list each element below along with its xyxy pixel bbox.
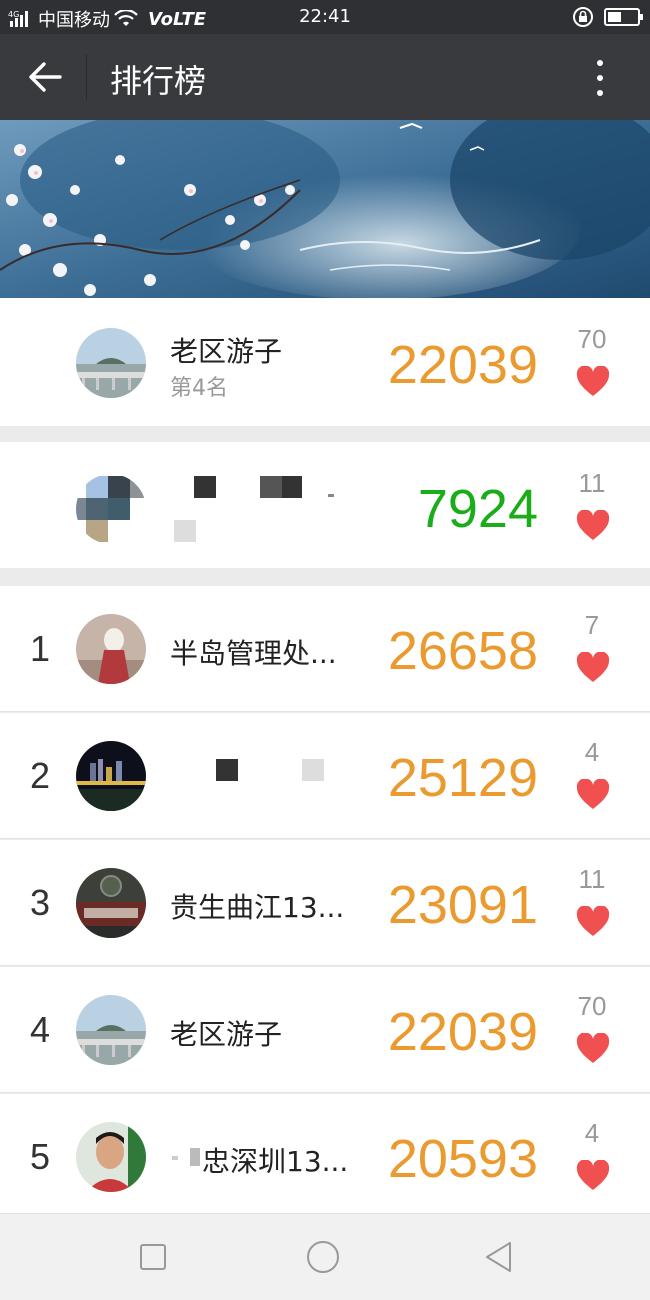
- rank-number: 2: [29, 755, 51, 796]
- system-nav-bar: [0, 1214, 650, 1300]
- rank-number: 3: [29, 882, 51, 923]
- like-count: 4: [584, 737, 600, 767]
- back-triangle-icon[interactable]: [482, 1240, 516, 1274]
- my-avatar[interactable]: [76, 328, 146, 398]
- my-rank-text: 第4名: [170, 376, 228, 401]
- battery-icon: [604, 8, 643, 26]
- page-title: 排行榜: [110, 62, 207, 100]
- battery-level: [608, 12, 621, 22]
- second-steps: 7924: [417, 479, 538, 539]
- leaderboard-row[interactable]: 2 25129 4: [0, 713, 650, 839]
- second-record-card[interactable]: 7924 11: [0, 442, 650, 568]
- rank-number: 4: [29, 1009, 51, 1050]
- more-menu-icon[interactable]: [586, 58, 614, 98]
- like-count: 4: [584, 1118, 600, 1148]
- user-name-pixelated: [172, 1148, 200, 1166]
- second-name-pixelated: [174, 476, 334, 542]
- user-avatar[interactable]: [76, 614, 146, 684]
- user-steps: 23091: [387, 875, 538, 935]
- second-like-count: 11: [578, 468, 606, 498]
- like-heart-icon[interactable]: [576, 906, 610, 938]
- home-circle-icon[interactable]: [306, 1240, 340, 1274]
- my-record-card[interactable]: 老区游子 第4名 22039 70: [0, 298, 650, 426]
- user-name: 贵生曲江13...: [170, 891, 345, 924]
- rank-number: 1: [29, 628, 51, 669]
- my-name: 老区游子: [170, 335, 283, 368]
- user-steps: 26658: [387, 621, 538, 681]
- like-count: 11: [578, 864, 606, 894]
- status-bar: 4G 中国移动 VoLTE 22:41: [0, 0, 650, 34]
- leaderboard-row[interactable]: 3 贵生曲江13... 23091 11: [0, 840, 650, 966]
- leaderboard-row[interactable]: 5 忠深圳13... 20593 4: [0, 1094, 650, 1214]
- app-bar-divider: [86, 54, 87, 100]
- user-name: 老区游子: [170, 1018, 283, 1051]
- like-heart-icon[interactable]: [576, 779, 610, 811]
- user-avatar[interactable]: [76, 741, 146, 811]
- user-name: 半岛管理处...: [170, 637, 337, 670]
- status-right: [572, 6, 643, 28]
- leaderboard-row[interactable]: 4 老区游子 22039 70: [0, 967, 650, 1093]
- back-arrow-icon[interactable]: [26, 58, 64, 96]
- like-heart-icon[interactable]: [576, 1033, 610, 1065]
- rotation-lock-icon: [573, 7, 593, 27]
- app-bar: 排行榜: [0, 34, 650, 120]
- user-steps: 22039: [387, 1002, 538, 1062]
- like-heart-icon[interactable]: [576, 366, 610, 398]
- user-avatar[interactable]: [76, 995, 146, 1065]
- second-avatar[interactable]: [76, 474, 146, 544]
- like-count: 70: [577, 991, 607, 1021]
- my-steps: 22039: [387, 335, 538, 395]
- recent-apps-square-icon[interactable]: [136, 1240, 170, 1274]
- user-steps: 20593: [387, 1129, 538, 1189]
- like-count: 7: [584, 610, 600, 640]
- user-steps: 25129: [387, 748, 538, 808]
- leaderboard-row[interactable]: 1 半岛管理处... 26658 7: [0, 586, 650, 712]
- clock: 22:41: [299, 6, 351, 27]
- rank-number: 5: [29, 1136, 51, 1177]
- like-heart-icon[interactable]: [576, 510, 610, 542]
- my-like-count: 70: [577, 324, 607, 354]
- like-heart-icon[interactable]: [576, 1160, 610, 1192]
- user-name-pixelated: [216, 759, 324, 781]
- user-avatar[interactable]: [76, 868, 146, 938]
- user-name: 忠深圳13...: [202, 1145, 349, 1178]
- user-avatar[interactable]: [76, 1122, 146, 1192]
- like-heart-icon[interactable]: [576, 652, 610, 684]
- banner-image: [0, 120, 650, 298]
